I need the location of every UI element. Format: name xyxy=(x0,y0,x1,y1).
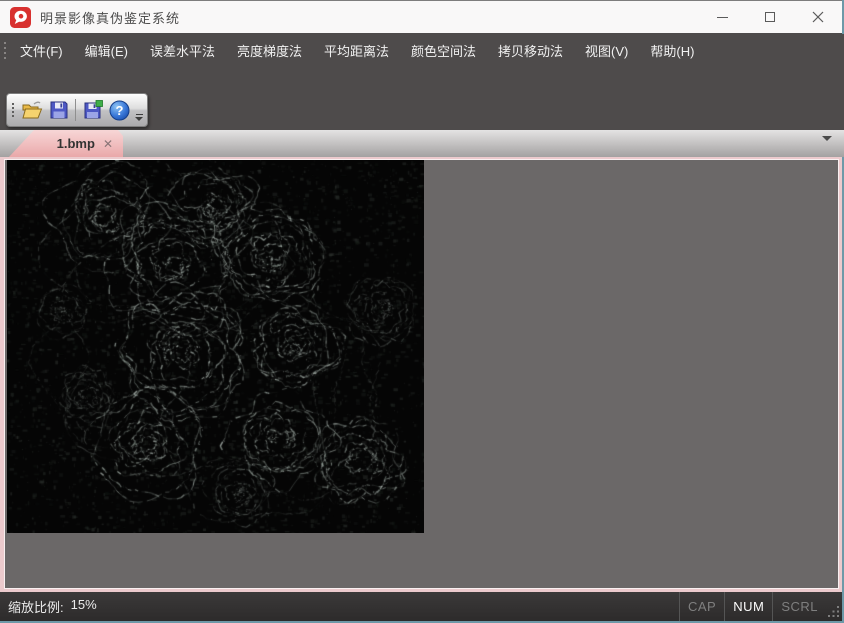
toolbar-separator xyxy=(75,99,76,121)
close-icon xyxy=(812,11,824,23)
save-as-button[interactable] xyxy=(79,96,106,124)
menu-average-distance[interactable]: 平均距离法 xyxy=(313,33,400,68)
tab-close-icon[interactable]: ✕ xyxy=(103,138,113,150)
menu-color-space[interactable]: 颜色空间法 xyxy=(400,33,487,68)
app-window: 明景影像真伪鉴定系统 文件(F) 编辑(E) 误差水平法 亮度梯度法 平均距离法… xyxy=(0,0,844,623)
resize-grip-icon xyxy=(827,605,840,618)
close-button[interactable] xyxy=(794,1,842,33)
menu-luminance-gradient[interactable]: 亮度梯度法 xyxy=(226,33,313,68)
zoom-ratio-status: 缩放比例: 15% xyxy=(8,597,97,616)
save-icon xyxy=(49,100,69,120)
minimize-button[interactable] xyxy=(698,1,746,33)
caps-lock-indicator: CAP xyxy=(679,592,724,621)
menu-edit[interactable]: 编辑(E) xyxy=(74,33,139,68)
save-as-icon xyxy=(83,100,103,120)
resize-grip[interactable] xyxy=(826,592,842,621)
menu-help[interactable]: 帮助(H) xyxy=(639,33,705,68)
chevron-down-icon xyxy=(135,117,143,121)
document-tab-bar: 1.bmp ✕ xyxy=(0,130,844,157)
maximize-button[interactable] xyxy=(746,1,794,33)
chevron-down-icon xyxy=(822,136,832,158)
title-bar[interactable]: 明景影像真伪鉴定系统 xyxy=(0,0,842,33)
menu-view[interactable]: 视图(V) xyxy=(574,33,639,68)
menu-bar: 文件(F) 编辑(E) 误差水平法 亮度梯度法 平均距离法 颜色空间法 拷贝移动… xyxy=(0,34,844,67)
toolbar-overflow-button[interactable] xyxy=(135,114,143,121)
zoom-ratio-label: 缩放比例: xyxy=(8,597,64,616)
window-title: 明景影像真伪鉴定系统 xyxy=(40,8,180,27)
toolbar-row: ? xyxy=(0,67,844,130)
tab-1bmp[interactable]: 1.bmp ✕ xyxy=(9,130,123,157)
image-canvas xyxy=(7,160,424,533)
menu-file[interactable]: 文件(F) xyxy=(9,33,74,68)
tab-label: 1.bmp xyxy=(57,136,95,151)
help-button[interactable]: ? xyxy=(106,96,133,124)
open-file-button[interactable] xyxy=(18,96,45,124)
num-lock-indicator: NUM xyxy=(724,592,772,621)
status-bar: 缩放比例: 15% CAP NUM SCRL xyxy=(0,592,842,621)
overflow-bar-icon xyxy=(136,114,143,115)
app-logo-icon xyxy=(10,7,31,28)
scroll-lock-indicator: SCRL xyxy=(772,592,826,621)
keyboard-indicators: CAP NUM SCRL xyxy=(679,592,842,621)
svg-text:?: ? xyxy=(116,103,124,118)
minimize-icon xyxy=(717,17,728,18)
zoom-ratio-value: 15% xyxy=(71,597,97,616)
toolbar: ? xyxy=(6,93,148,127)
maximize-icon xyxy=(765,12,775,22)
menu-copy-move[interactable]: 拷贝移动法 xyxy=(487,33,574,68)
save-button[interactable] xyxy=(45,96,72,124)
menu-grip-icon[interactable] xyxy=(4,42,6,59)
document-area xyxy=(0,157,842,592)
open-folder-icon xyxy=(21,100,43,120)
toolbar-grip-icon[interactable] xyxy=(12,103,14,117)
help-icon: ? xyxy=(109,100,130,121)
window-controls xyxy=(698,1,842,33)
menu-error-level[interactable]: 误差水平法 xyxy=(139,33,226,68)
